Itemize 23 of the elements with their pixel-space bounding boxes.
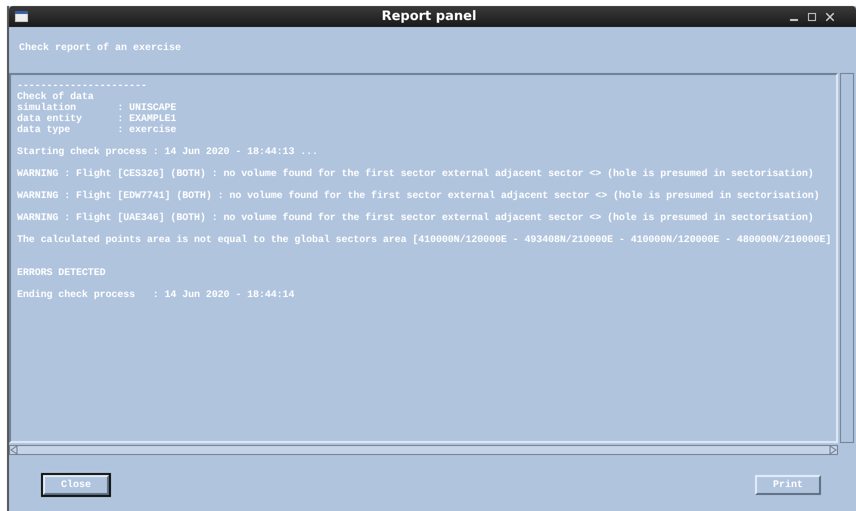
- report-line: WARNING : Flight [CES326] (BOTH) : no volume found for the first sector external adjacent sector <> (hole is presumed in sectorisation): [17, 169, 814, 180]
- report-line: ERRORS DETECTED: [17, 268, 106, 279]
- maximize-icon[interactable]: [808, 12, 816, 20]
- window-icon: [15, 11, 28, 22]
- report-line: Ending check process : 14 Jun 2020 - 18:44:14: [17, 290, 294, 301]
- vertical-scrollbar[interactable]: [840, 73, 854, 443]
- report-line: data entity : EXAMPLE1: [17, 114, 176, 125]
- report-line: simulation : UNISCAPE: [17, 103, 176, 114]
- print-button[interactable]: Print: [755, 475, 821, 495]
- window-title: Report panel: [380, 9, 478, 24]
- report-line: The calculated points area is not equal to the global sectors area [410000N/120000E - 493408N/210000E - 410000N/120000E - 480000N/210000E]: [17, 235, 832, 246]
- report-line: Check of data: [17, 92, 94, 103]
- report-line: data type : exercise: [17, 125, 176, 136]
- report-line: WARNING : Flight [UAE346] (BOTH) : no volume found for the first sector external adjacent sector <> (hole is presumed in sectorisation): [17, 213, 814, 224]
- report-line: Starting check process : 14 Jun 2020 - 18:44:13 ...: [17, 147, 318, 158]
- close-icon[interactable]: [826, 12, 834, 20]
- report-heading: Check report of an exercise: [18, 42, 182, 56]
- close-button[interactable]: Close: [43, 475, 109, 495]
- report-line: ----------------------: [17, 81, 147, 92]
- scroll-left-arrow-icon[interactable]: [10, 446, 18, 454]
- horizontal-scrollbar[interactable]: [9, 445, 838, 455]
- scroll-right-arrow-icon[interactable]: [829, 446, 837, 454]
- report-line: WARNING : Flight [EDW7741] (BOTH) : no volume found for the first sector external adjacent sector <> (hole is presumed in sectorisation): [17, 191, 820, 202]
